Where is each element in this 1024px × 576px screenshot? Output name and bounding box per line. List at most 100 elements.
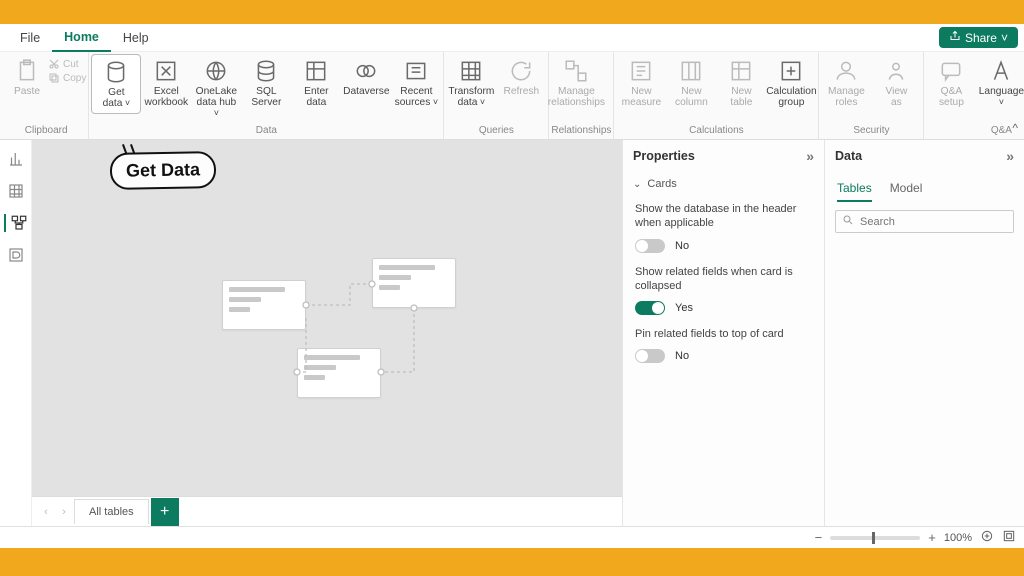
property-toggle[interactable] <box>635 239 665 253</box>
tab-prev[interactable]: ‹ <box>38 506 54 518</box>
chevron-down-icon: ˅ <box>1001 31 1008 45</box>
group-label: Queries <box>446 125 546 139</box>
property-label: Pin related fields to top of card <box>635 327 812 341</box>
sql-server-button[interactable]: SQLServer <box>241 54 291 112</box>
callout-get-data: Get Data <box>110 152 216 189</box>
share-icon <box>949 30 961 45</box>
menu-home[interactable]: Home <box>52 24 111 52</box>
sql-server-icon <box>253 58 279 84</box>
menu-help[interactable]: Help <box>111 25 161 51</box>
group-label: Security <box>821 125 921 139</box>
view-as-icon <box>883 58 909 84</box>
transform-data-icon <box>458 58 484 84</box>
properties-pane: Properties » ⌄ Cards Show the database i… <box>622 140 824 526</box>
page-view-icon[interactable] <box>1002 529 1016 546</box>
onelake-data-hub-button[interactable]: OneLakedata hub <box>191 54 241 124</box>
data-tab-tables[interactable]: Tables <box>837 176 872 202</box>
properties-section[interactable]: ⌄ Cards <box>623 172 824 196</box>
section-label: Cards <box>647 178 676 190</box>
manage-relationships-button[interactable]: Managerelationships <box>551 54 601 112</box>
table-view[interactable] <box>7 182 25 200</box>
refresh-button[interactable]: Refresh <box>496 54 546 101</box>
data-title: Data <box>835 149 862 163</box>
copy-button[interactable]: Copy <box>48 72 86 84</box>
new-table-button[interactable]: Newtable <box>716 54 766 112</box>
recent-sources-icon <box>403 58 429 84</box>
zoom-in[interactable]: + <box>928 530 936 545</box>
group-label: Data <box>91 125 441 139</box>
recent-sources-button[interactable]: Recentsources <box>391 54 441 112</box>
group-label: Q&A <box>926 125 1024 139</box>
property-item: Show related fields when card is collaps… <box>623 259 824 322</box>
view-as-button[interactable]: Viewas <box>871 54 921 112</box>
fit-to-page-icon[interactable] <box>980 529 994 546</box>
data-collapse[interactable]: » <box>1006 148 1014 164</box>
data-tab-model[interactable]: Model <box>890 176 923 202</box>
tab-add[interactable]: + <box>151 498 179 526</box>
data-pane: Data » Tables Model <box>824 140 1024 526</box>
share-button[interactable]: Share ˅ <box>939 27 1018 48</box>
paste-button[interactable]: Paste <box>6 54 48 101</box>
model-view[interactable] <box>4 214 22 232</box>
property-label: Show the database in the header when app… <box>635 202 812 231</box>
property-toggle[interactable] <box>635 301 665 315</box>
get-data-icon <box>103 59 129 85</box>
enter-data-button[interactable]: Enterdata <box>291 54 341 112</box>
calculation-group-button[interactable]: Calculationgroup <box>766 54 816 112</box>
ribbon: ^ PasteCut Copy Clipboard GetdataExcelworkb… <box>0 52 1024 140</box>
search-input[interactable] <box>860 216 1007 228</box>
transform-data-button[interactable]: Transformdata <box>446 54 496 112</box>
menu-file[interactable]: File <box>8 25 52 51</box>
qa-setup-icon <box>938 58 964 84</box>
enter-data-icon <box>303 58 329 84</box>
calculation-group-icon <box>778 58 804 84</box>
ribbon-collapse[interactable]: ^ <box>1012 121 1018 135</box>
qa-setup-button[interactable]: Q&Asetup <box>926 54 976 112</box>
search-icon <box>842 214 854 229</box>
new-measure-button[interactable]: Newmeasure <box>616 54 666 112</box>
new-table-icon <box>728 58 754 84</box>
tab-all-tables[interactable]: All tables <box>74 499 149 524</box>
callout-label: Get Data <box>110 151 217 190</box>
zoom-value: 100% <box>944 532 972 544</box>
manage-roles-button[interactable]: Manageroles <box>821 54 871 112</box>
new-measure-icon <box>628 58 654 84</box>
report-view[interactable] <box>7 150 25 168</box>
zoom-slider[interactable] <box>830 536 920 540</box>
search-box[interactable] <box>835 210 1014 233</box>
canvas-area: Get Data <box>32 140 622 526</box>
model-card[interactable] <box>222 280 306 330</box>
group-label: Clipboard <box>6 125 86 139</box>
new-column-icon <box>678 58 704 84</box>
language-button[interactable]: Language <box>976 54 1024 112</box>
dax-view[interactable] <box>7 246 25 264</box>
dataverse-button[interactable]: Dataverse <box>341 54 391 101</box>
group-label: Relationships <box>551 125 611 139</box>
status-bar: − + 100% <box>0 526 1024 548</box>
property-value: No <box>675 350 689 362</box>
model-canvas[interactable]: Get Data <box>32 140 622 496</box>
property-item: Pin related fields to top of card No <box>623 321 824 369</box>
dataverse-icon <box>353 58 379 84</box>
get-data-button[interactable]: Getdata <box>91 54 141 114</box>
cut-button[interactable]: Cut <box>48 58 86 70</box>
tabstrip: ‹ › All tables + <box>32 496 622 526</box>
language-icon <box>988 58 1014 84</box>
property-value: No <box>675 240 689 252</box>
share-label: Share <box>965 31 997 45</box>
properties-title: Properties <box>633 149 695 163</box>
properties-collapse[interactable]: » <box>806 148 814 164</box>
new-column-button[interactable]: Newcolumn <box>666 54 716 112</box>
property-toggle[interactable] <box>635 349 665 363</box>
zoom-out[interactable]: − <box>815 530 823 545</box>
refresh-icon <box>508 58 534 84</box>
manage-relationships-icon <box>563 58 589 84</box>
excel-workbook-button[interactable]: Excelworkbook <box>141 54 191 112</box>
menubar: File Home Help Share ˅ <box>0 24 1024 52</box>
manage-roles-icon <box>833 58 859 84</box>
onelake-data-hub-icon <box>203 58 229 84</box>
model-card[interactable] <box>297 348 381 398</box>
tab-next[interactable]: › <box>56 506 72 518</box>
model-card[interactable] <box>372 258 456 308</box>
chevron-down-icon: ⌄ <box>633 179 641 190</box>
